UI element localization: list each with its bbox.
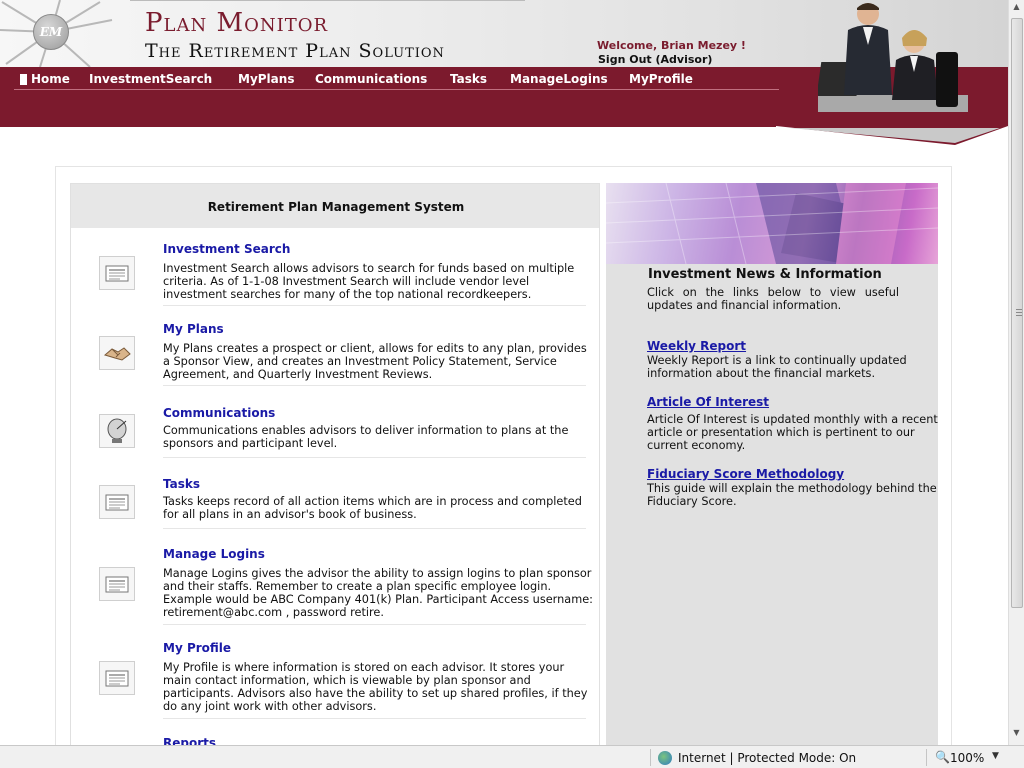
fiduciary-score-desc: This guide will explain the methodology … (647, 482, 937, 508)
business-people-photo (818, 3, 968, 112)
feature-title[interactable]: Tasks (163, 477, 200, 491)
nav-my-plans[interactable]: MyPlans (238, 72, 294, 86)
grip-line (1016, 315, 1022, 316)
newspaper-icon[interactable] (99, 661, 135, 695)
status-separator (650, 749, 651, 766)
logo-emblem: EM (33, 14, 69, 50)
zoom-dropdown-arrow-icon[interactable]: ▼ (992, 751, 999, 761)
logo-rays-icon (0, 0, 113, 67)
welcome-message: Welcome, Brian Mezey ! (597, 39, 746, 52)
feature-panel: Retirement Plan Management System Invest… (70, 183, 600, 753)
home-marker-icon (20, 74, 27, 85)
nav-my-profile[interactable]: MyProfile (629, 72, 693, 86)
feature-panel-title: Retirement Plan Management System (207, 200, 465, 214)
sign-out-link[interactable]: Sign Out (Advisor) (598, 53, 712, 66)
newspaper-icon[interactable] (99, 485, 135, 519)
newspaper-icon[interactable] (99, 567, 135, 601)
feature-title[interactable]: Communications (163, 406, 275, 420)
nav-home[interactable]: Home (31, 72, 70, 86)
scroll-down-arrow-icon[interactable]: ▼ (1011, 728, 1022, 742)
news-title: Investment News & Information (648, 267, 882, 282)
brand-title: Plan Monitor (145, 8, 329, 38)
feature-description: Investment Search allows advisors to sea… (163, 262, 575, 301)
feature-divider (163, 385, 586, 386)
feature-panel-edge (599, 228, 600, 753)
handshake-icon[interactable] (99, 336, 135, 370)
news-banner-image (606, 183, 938, 264)
weekly-report-link[interactable]: Weekly Report (647, 339, 746, 353)
nav-tasks[interactable]: Tasks (450, 72, 487, 86)
feature-title[interactable]: My Plans (163, 322, 224, 336)
feature-title[interactable]: My Profile (163, 641, 231, 655)
grip-line (1016, 309, 1022, 310)
security-zone[interactable]: Internet | Protected Mode: On (678, 751, 856, 765)
feature-title[interactable]: Investment Search (163, 242, 290, 256)
nav-communications[interactable]: Communications (315, 72, 427, 86)
feature-panel-header: Retirement Plan Management System (71, 184, 599, 228)
feature-divider (163, 528, 586, 529)
zoom-magnifier-icon[interactable]: 🔍 (935, 750, 950, 764)
news-panel: Investment News & Information Click on t… (606, 183, 938, 753)
fiduciary-score-link[interactable]: Fiduciary Score Methodology (647, 467, 844, 481)
feature-description: Tasks keeps record of all action items w… (163, 495, 582, 521)
zoom-level[interactable]: 100% (950, 751, 984, 765)
feature-description: Manage Logins gives the advisor the abil… (163, 567, 593, 619)
article-of-interest-link[interactable]: Article Of Interest (647, 395, 769, 409)
internet-globe-icon (658, 751, 672, 765)
feature-divider (163, 718, 586, 719)
grip-line (1016, 312, 1022, 313)
vertical-scrollbar[interactable]: ▲ ▼ (1008, 0, 1024, 745)
feature-title[interactable]: Manage Logins (163, 547, 265, 561)
article-of-interest-desc: Article Of Interest is updated monthly w… (647, 413, 938, 452)
feature-divider (163, 624, 586, 625)
feature-divider (163, 305, 586, 306)
newspaper-icon[interactable] (99, 256, 135, 290)
site-header: EM Plan Monitor The Retirement Plan Solu… (0, 0, 1008, 145)
company-logo[interactable]: EM (0, 0, 140, 67)
scroll-up-arrow-icon[interactable]: ▲ (1011, 2, 1022, 16)
nav-manage-logins[interactable]: ManageLogins (510, 72, 608, 86)
status-bar: Internet | Protected Mode: On 🔍 100% ▼ (0, 745, 1024, 768)
browser-viewport: EM Plan Monitor The Retirement Plan Solu… (0, 0, 1024, 768)
nav-underline (14, 89, 779, 90)
feature-description: My Plans creates a prospect or client, a… (163, 342, 587, 381)
brand-subtitle: The Retirement Plan Solution (145, 40, 445, 62)
scrollbar-thumb[interactable] (1011, 18, 1023, 608)
weekly-report-desc: Weekly Report is a link to continually u… (647, 354, 907, 380)
satellite-dish-icon[interactable] (99, 414, 135, 448)
nav-investment-search[interactable]: InvestmentSearch (89, 72, 212, 86)
status-separator (926, 749, 927, 766)
header-divider (130, 0, 525, 1)
feature-divider (163, 457, 586, 458)
news-intro: Click on the links below to view useful … (647, 286, 899, 312)
nav-bar-bottom-shape (0, 126, 1008, 145)
feature-description: Communications enables advisors to deliv… (163, 424, 569, 450)
feature-description: My Profile is where information is store… (163, 661, 588, 713)
